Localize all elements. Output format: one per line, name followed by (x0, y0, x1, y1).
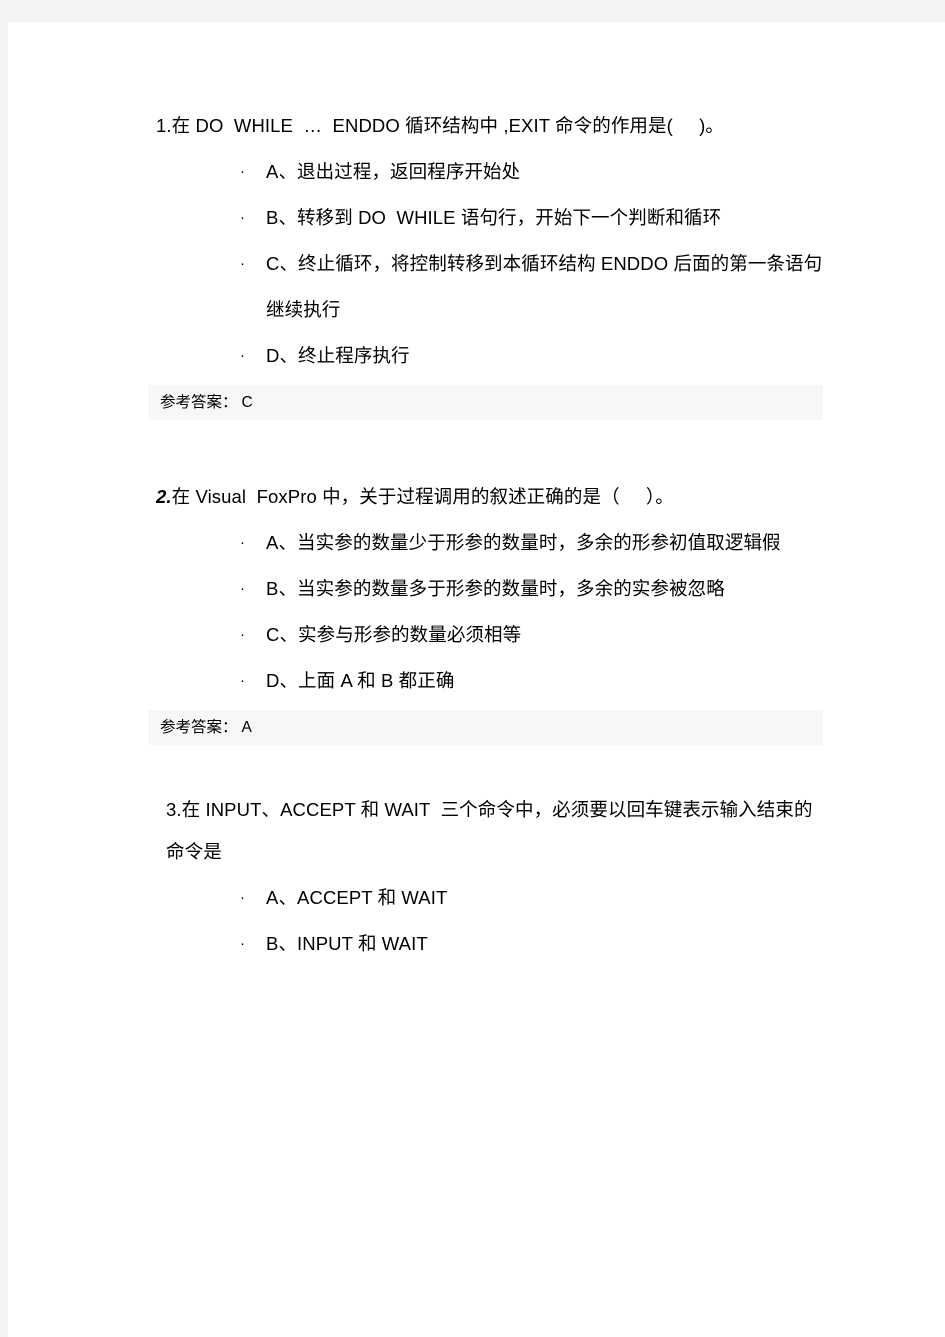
document-content-column: 1.在 DO WHILE … ENDDO 循环结构中 ,EXIT 命令的作用是(… (148, 105, 823, 967)
reference-answer-strip: 参考答案： A (148, 710, 823, 745)
option-item[interactable]: · C、实参与形参的数量必须相等 (148, 612, 823, 658)
reference-answer-label: 参考答案： (160, 394, 238, 411)
option-item[interactable]: · B、转移到 DO WHILE 语句行，开始下一个判断和循环 (148, 195, 823, 241)
option-item[interactable]: · A、退出过程，返回程序开始处 (148, 149, 823, 195)
bullet-icon: · (240, 534, 246, 551)
question-stem: 1.在 DO WHILE … ENDDO 循环结构中 ,EXIT 命令的作用是(… (148, 105, 823, 147)
bullet-icon: · (240, 889, 246, 906)
option-label: D、终止程序执行 (266, 345, 410, 366)
option-list: · A、ACCEPT 和 WAIT · B、INPUT 和 WAIT (148, 875, 823, 967)
option-label: A、退出过程，返回程序开始处 (266, 161, 521, 182)
bullet-icon: · (240, 626, 246, 643)
question-stem-text: 在 DO WHILE … ENDDO 循环结构中 ,EXIT 命令的作用是( )… (171, 115, 724, 136)
bullet-icon: · (240, 935, 246, 952)
question-stem-text: 在 INPUT、ACCEPT 和 WAIT 三个命令中，必须要以回车键表示输入结… (166, 799, 813, 862)
question-stem-text: 在 Visual FoxPro 中，关于过程调用的叙述正确的是（ ）。 (171, 486, 674, 507)
option-label: B、转移到 DO WHILE 语句行，开始下一个判断和循环 (266, 207, 722, 228)
bullet-icon: · (240, 209, 246, 226)
option-item[interactable]: · B、INPUT 和 WAIT (148, 921, 823, 967)
question-stem: 3.在 INPUT、ACCEPT 和 WAIT 三个命令中，必须要以回车键表示输… (148, 789, 823, 873)
option-item[interactable]: · A、ACCEPT 和 WAIT (148, 875, 823, 921)
option-list: · A、当实参的数量少于形参的数量时，多余的形参初值取逻辑假 · B、当实参的数量多… (148, 520, 823, 704)
option-label: C、实参与形参的数量必须相等 (266, 624, 522, 645)
question-block: 2.在 Visual FoxPro 中，关于过程调用的叙述正确的是（ ）。 · A… (148, 476, 823, 745)
option-label: D、上面 A 和 B 都正确 (266, 670, 455, 691)
option-list: · A、退出过程，返回程序开始处 · B、转移到 DO WHILE 语句行，开始下一… (148, 149, 823, 379)
option-label: A、ACCEPT 和 WAIT (266, 887, 448, 908)
option-label: A、当实参的数量少于形参的数量时，多余的形参初值取逻辑假 (266, 532, 781, 553)
question-block: 1.在 DO WHILE … ENDDO 循环结构中 ,EXIT 命令的作用是(… (148, 105, 823, 420)
bullet-icon: · (240, 255, 246, 272)
option-label: C、终止循环，将控制转移到本循环结构 ENDDO 后面的第一条语句继续执行 (266, 253, 823, 320)
option-item[interactable]: · D、终止程序执行 (148, 333, 823, 379)
reference-answer-value: C (241, 394, 253, 411)
question-number: 1. (156, 115, 172, 136)
reference-answer-label: 参考答案： (160, 719, 238, 736)
document-page-sheet: 1.在 DO WHILE … ENDDO 循环结构中 ,EXIT 命令的作用是(… (8, 22, 945, 1337)
option-label: B、当实参的数量多于形参的数量时，多余的实参被忽略 (266, 578, 725, 599)
reference-answer-value: A (241, 719, 252, 736)
reference-answer-strip: 参考答案： C (148, 385, 823, 420)
option-item[interactable]: · D、上面 A 和 B 都正确 (148, 658, 823, 704)
option-item[interactable]: · A、当实参的数量少于形参的数量时，多余的形参初值取逻辑假 (148, 520, 823, 566)
question-number: 3. (166, 799, 182, 820)
question-block: 3.在 INPUT、ACCEPT 和 WAIT 三个命令中，必须要以回车键表示输… (148, 789, 823, 967)
bullet-icon: · (240, 163, 246, 180)
question-stem: 2.在 Visual FoxPro 中，关于过程调用的叙述正确的是（ ）。 (148, 476, 823, 518)
bullet-icon: · (240, 580, 246, 597)
option-item[interactable]: · B、当实参的数量多于形参的数量时，多余的实参被忽略 (148, 566, 823, 612)
bullet-icon: · (240, 672, 246, 689)
question-number: 2. (156, 486, 172, 507)
option-label: B、INPUT 和 WAIT (266, 933, 428, 954)
option-item[interactable]: · C、终止循环，将控制转移到本循环结构 ENDDO 后面的第一条语句继续执行 (148, 241, 823, 333)
bullet-icon: · (240, 347, 246, 364)
